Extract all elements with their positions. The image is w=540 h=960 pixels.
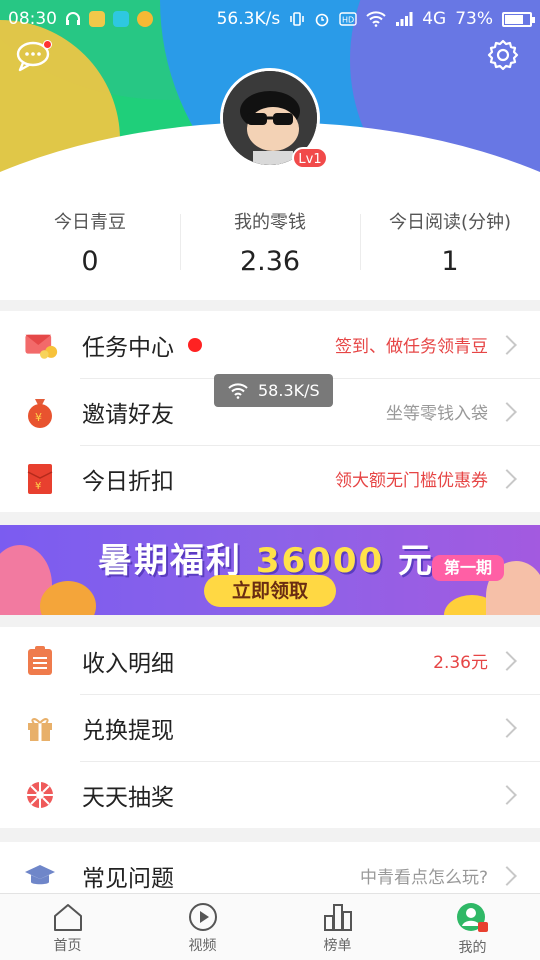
stat-value: 1: [441, 246, 459, 277]
hd-icon: HD: [339, 12, 357, 26]
menu-item-hint: 中青看点怎么玩?: [359, 868, 488, 888]
menu-item-label: 兑换提现: [82, 717, 174, 744]
status-time: 08:30: [8, 9, 57, 29]
stat-label: 我的零钱: [234, 212, 306, 233]
svg-text:¥: ¥: [35, 411, 42, 424]
battery-icon: [502, 11, 535, 27]
menu-item-daily-lottery[interactable]: 天天抽奖: [0, 761, 540, 828]
toast-text: 58.3K/S: [258, 381, 320, 400]
stat-value: 0: [81, 246, 99, 277]
vibrate-icon: [290, 12, 305, 26]
app-notification-icon: [137, 11, 153, 27]
svg-text:HD: HD: [342, 16, 354, 25]
network-speed: 56.3K/s: [216, 9, 281, 29]
menu-item-label: 今日折扣: [82, 468, 174, 495]
menu-section-income: 收入明细 2.36元 兑换提现 天天抽奖: [0, 627, 540, 828]
gift-icon: [22, 710, 58, 746]
chevron-right-icon: [497, 468, 517, 489]
tab-label: 我的: [458, 940, 487, 956]
stat-label: 今日阅读(分钟): [388, 212, 512, 233]
lottery-wheel-icon: [22, 777, 58, 813]
level-badge: Lv1: [292, 147, 328, 169]
menu-item-task-center[interactable]: 任务中心 签到、做任务领青豆: [0, 311, 540, 378]
money-bag-icon: ¥: [22, 394, 58, 430]
menu-item-hint: 坐等零钱入袋: [386, 404, 488, 424]
menu-item-hint: 2.36元: [433, 653, 488, 673]
chevron-right-icon: [497, 784, 517, 805]
menu-item-label: 任务中心: [82, 334, 174, 361]
menu-section-tasks: 任务中心 签到、做任务领青豆 ¥ 邀请好友 坐等零钱入袋 ¥ 今日折扣 领大额无…: [0, 311, 540, 512]
claim-now-button[interactable]: 立即领取: [204, 575, 336, 607]
stats-panel: 今日青豆 0 我的零钱 2.36 今日阅读(分钟) 1: [0, 190, 540, 298]
tab-profile[interactable]: 我的: [405, 894, 540, 960]
chevron-right-icon: [497, 401, 517, 422]
tab-label: 首页: [53, 938, 82, 954]
banner-issue-tag: 第一期: [432, 555, 504, 581]
menu-item-label: 常见问题: [82, 865, 174, 892]
settings-button[interactable]: [486, 38, 520, 72]
ranking-icon: [323, 904, 352, 931]
red-envelope-icon: ¥: [22, 461, 58, 497]
battery-percent: 73%: [455, 9, 493, 29]
stat-my-change[interactable]: 我的零钱 2.36: [180, 190, 360, 298]
wifi-icon: [228, 382, 248, 399]
tab-video[interactable]: 视频: [135, 894, 270, 960]
tab-home[interactable]: 首页: [0, 894, 135, 960]
unread-dot: [43, 40, 52, 49]
svg-text:¥: ¥: [35, 481, 41, 492]
network-type: 4G: [422, 9, 447, 29]
messages-button[interactable]: [16, 40, 52, 72]
gear-icon: [487, 39, 519, 71]
menu-item-hint: 签到、做任务领青豆: [335, 337, 488, 357]
task-center-icon: [22, 327, 58, 363]
stat-value: 2.36: [239, 246, 301, 277]
menu-item-redeem-withdraw[interactable]: 兑换提现: [0, 694, 540, 761]
menu-item-label: 天天抽奖: [82, 784, 174, 811]
stat-today-reading[interactable]: 今日阅读(分钟) 1: [360, 190, 540, 298]
tab-ranking[interactable]: 榜单: [270, 894, 405, 960]
tab-label: 榜单: [323, 938, 352, 954]
signal-icon: [396, 12, 413, 26]
status-bar: 08:30 56.3K/s HD 4G 73%: [0, 0, 540, 38]
network-speed-toast: 58.3K/S: [214, 374, 333, 407]
chevron-right-icon: [497, 865, 517, 886]
profile-icon: [456, 903, 488, 932]
menu-item-today-discount[interactable]: ¥ 今日折扣 领大额无门槛优惠券: [0, 445, 540, 512]
menu-item-income-details[interactable]: 收入明细 2.36元: [0, 627, 540, 694]
headset-icon: [66, 12, 80, 25]
chevron-right-icon: [497, 717, 517, 738]
income-list-icon: [22, 643, 58, 679]
menu-item-hint: 领大额无门槛优惠券: [335, 471, 488, 491]
chevron-right-icon: [497, 334, 517, 355]
wifi-icon: [366, 11, 386, 27]
app-notification-icon: [113, 11, 129, 27]
chevron-right-icon: [497, 650, 517, 671]
tab-label: 视频: [188, 938, 217, 954]
menu-item-label: 收入明细: [82, 650, 174, 677]
home-icon: [53, 904, 82, 931]
stat-label: 今日青豆: [54, 212, 126, 233]
stat-today-beans[interactable]: 今日青豆 0: [0, 190, 180, 298]
bottom-tab-bar: 首页 视频 榜单 我的: [0, 893, 540, 960]
banner-currency: 元: [397, 541, 434, 581]
alarm-icon: [315, 13, 329, 27]
play-icon: [188, 903, 217, 931]
app-notification-icon: [89, 11, 105, 27]
new-task-dot: [188, 337, 202, 352]
graduation-cap-icon: [22, 858, 58, 894]
summer-bonus-banner[interactable]: 暑期福利 36000 元 第一期 立即领取: [0, 525, 540, 615]
menu-item-label: 邀请好友: [82, 401, 174, 428]
